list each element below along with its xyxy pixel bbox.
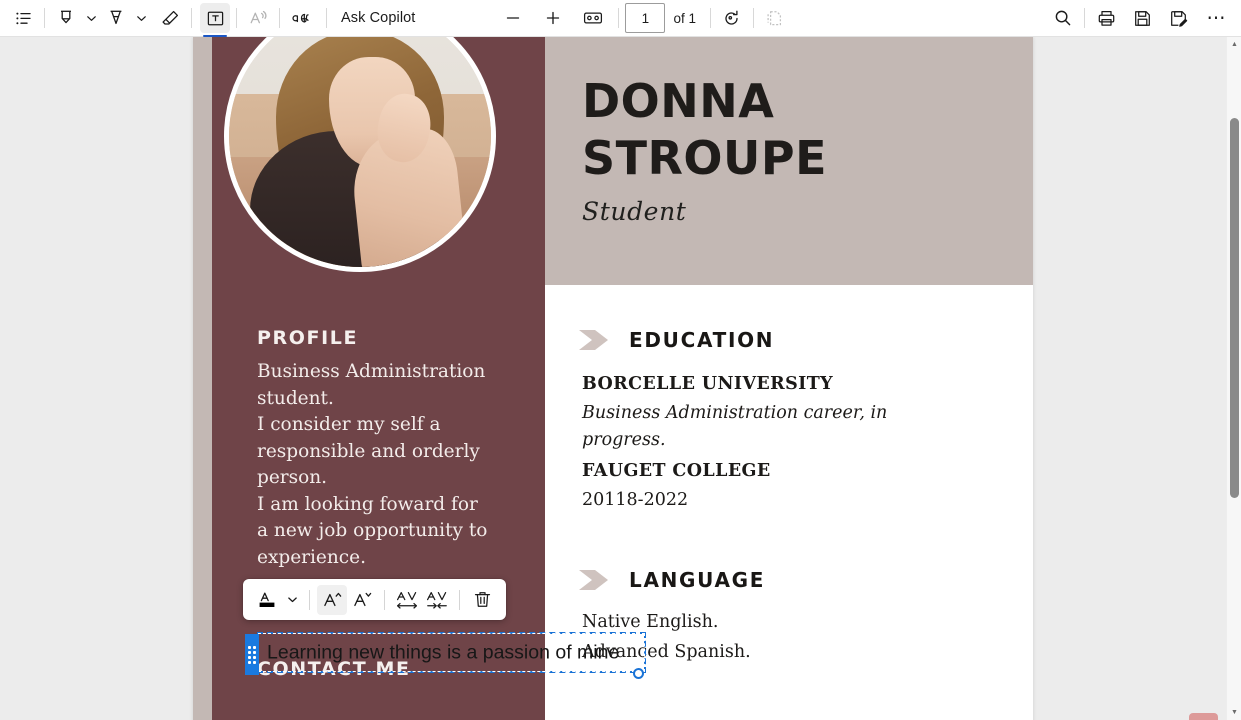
education-heading-row: EDUCATION <box>579 327 774 353</box>
toolbar-divider <box>752 8 754 28</box>
resize-handle[interactable] <box>632 668 644 679</box>
education-detail-1: Business Administration career, in progr… <box>582 403 888 450</box>
drag-handle[interactable] <box>245 634 259 675</box>
save-icon[interactable] <box>1127 3 1157 33</box>
toolbar-divider <box>236 8 237 28</box>
annotation-text[interactable]: Learning new things is a passion of mine <box>267 641 619 664</box>
toolbar-divider <box>326 8 327 28</box>
name-line-1: DONNA <box>582 74 775 128</box>
toolbar-divider <box>279 8 280 28</box>
education-school-2: FAUGET COLLEGE <box>582 461 771 481</box>
chevron-down-icon[interactable] <box>81 3 101 33</box>
name-line-2: STROUPE <box>582 131 828 185</box>
rotate-icon[interactable] <box>717 3 747 33</box>
fit-to-width-icon[interactable] <box>578 3 608 33</box>
pdf-viewer[interactable]: DONNA STROUPE Student PROFILE Business A… <box>0 37 1241 720</box>
toolbar-divider <box>618 8 620 28</box>
increase-letter-spacing-button[interactable] <box>392 585 422 615</box>
job-title: Student <box>582 197 687 226</box>
education-detail-2: 20118-2022 <box>582 490 689 510</box>
education-heading: EDUCATION <box>629 328 775 352</box>
text-format-toolbar <box>243 579 506 620</box>
translate-icon[interactable] <box>286 3 320 33</box>
profile-photo <box>224 37 496 272</box>
toolbar-divider <box>709 8 711 28</box>
vertical-scrollbar[interactable]: ▲ ▼ <box>1226 37 1241 720</box>
save-as-icon[interactable] <box>1163 3 1193 33</box>
ask-copilot-button[interactable]: Ask Copilot <box>333 10 423 26</box>
decrease-font-size-button[interactable] <box>347 585 377 615</box>
language-heading-row: LANGUAGE <box>579 567 765 593</box>
increase-font-size-button[interactable] <box>317 584 347 615</box>
zoom-out-button[interactable] <box>498 3 528 33</box>
page-left-accent-strip <box>193 37 212 720</box>
toolbar-divider <box>44 8 45 28</box>
main-toolbar: Ask Copilot 1 of 1 ⋯ <box>0 0 1241 37</box>
profile-heading: PROFILE <box>257 327 359 349</box>
page-number-input[interactable]: 1 <box>625 3 666 33</box>
read-aloud-icon <box>243 3 273 33</box>
eraser-icon[interactable] <box>155 3 185 33</box>
pen-icon[interactable] <box>101 3 131 33</box>
delete-button[interactable] <box>467 585 497 615</box>
scrollbar-thumb[interactable] <box>1230 118 1239 498</box>
chevron-accent-icon <box>579 327 613 353</box>
zoom-in-button[interactable] <box>538 3 568 33</box>
profile-text: Business Administration student. I consi… <box>257 361 488 568</box>
format-divider <box>309 589 310 610</box>
text-color-chevron-icon[interactable] <box>282 585 302 615</box>
format-divider <box>459 589 460 610</box>
decrease-letter-spacing-button[interactable] <box>422 585 452 615</box>
print-icon[interactable] <box>1091 3 1121 33</box>
add-text-icon[interactable] <box>200 3 230 37</box>
resume-name-block: DONNA STROUPE Student <box>582 73 827 226</box>
search-icon[interactable] <box>1048 3 1078 33</box>
text-color-button[interactable] <box>252 585 282 615</box>
chevron-accent-icon <box>579 567 613 593</box>
page-total-label: of 1 <box>673 10 696 26</box>
scroll-up-arrow-icon[interactable]: ▲ <box>1227 37 1241 52</box>
highlighter-icon[interactable] <box>51 3 81 33</box>
language-heading: LANGUAGE <box>629 568 766 592</box>
more-options-button[interactable]: ⋯ <box>1201 3 1231 33</box>
chevron-down-icon[interactable] <box>131 3 151 33</box>
scroll-down-arrow-icon[interactable]: ▼ <box>1227 705 1241 720</box>
format-divider <box>384 589 385 610</box>
page-layout-icon[interactable] <box>760 3 790 33</box>
toolbar-divider <box>191 8 192 28</box>
acrobat-pdf-icon[interactable] <box>1189 713 1218 720</box>
list-icon[interactable] <box>8 3 38 33</box>
education-school-1: BORCELLE UNIVERSITY <box>582 374 834 394</box>
toolbar-divider <box>1084 8 1085 28</box>
selected-text-annotation[interactable]: Learning new things is a passion of mine <box>245 632 646 679</box>
